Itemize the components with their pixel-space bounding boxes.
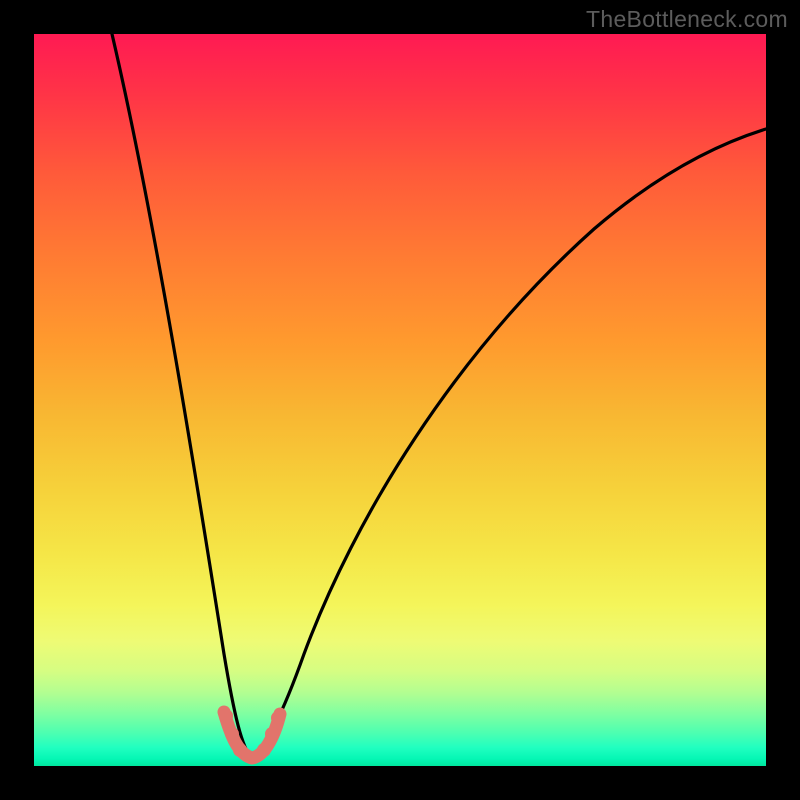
accent-bead (271, 711, 285, 725)
accent-bead (219, 709, 233, 723)
accent-bead (225, 727, 239, 741)
watermark-text: TheBottleneck.com (586, 6, 788, 33)
accent-bead (265, 727, 279, 741)
accent-bead (257, 743, 271, 757)
curve-layer (34, 34, 766, 766)
curve-left-branch (112, 34, 252, 758)
curve-right-branch (252, 129, 766, 758)
plot-area (34, 34, 766, 766)
accent-bead (233, 743, 247, 757)
